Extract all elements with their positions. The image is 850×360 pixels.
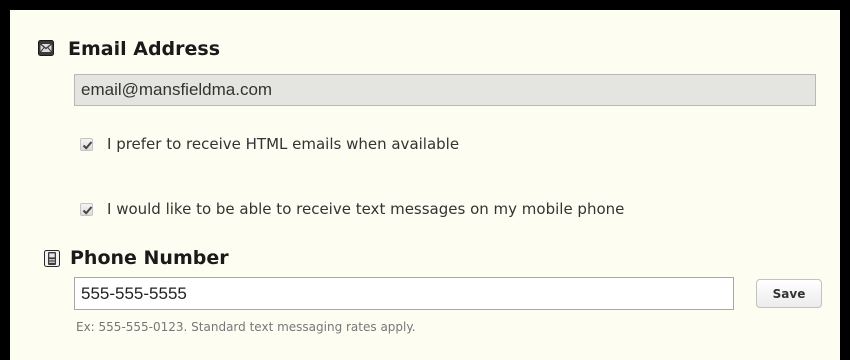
phone-number-input[interactable]	[74, 277, 734, 310]
contact-preferences-panel: Email Address email@mansfieldma.com I pr…	[0, 0, 850, 360]
envelope-icon	[38, 40, 54, 56]
html-email-label: I prefer to receive HTML emails when ava…	[107, 135, 460, 153]
save-button[interactable]: Save	[756, 279, 822, 308]
text-message-checkbox[interactable]	[80, 202, 93, 216]
checkmark-icon	[82, 140, 93, 150]
checkmark-icon	[82, 205, 93, 215]
text-message-option[interactable]: I would like to be able to receive text …	[80, 199, 624, 219]
phone-section-title: Phone Number	[70, 247, 229, 269]
text-message-label: I would like to be able to receive text …	[107, 200, 625, 218]
mobile-phone-icon	[44, 250, 60, 267]
email-field[interactable]: email@mansfieldma.com	[74, 74, 816, 106]
html-email-option[interactable]: I prefer to receive HTML emails when ava…	[80, 134, 459, 154]
html-email-checkbox[interactable]	[80, 137, 93, 151]
phone-format-hint: Ex: 555-555-0123. Standard text messagin…	[76, 320, 416, 334]
email-section-title: Email Address	[68, 38, 221, 60]
